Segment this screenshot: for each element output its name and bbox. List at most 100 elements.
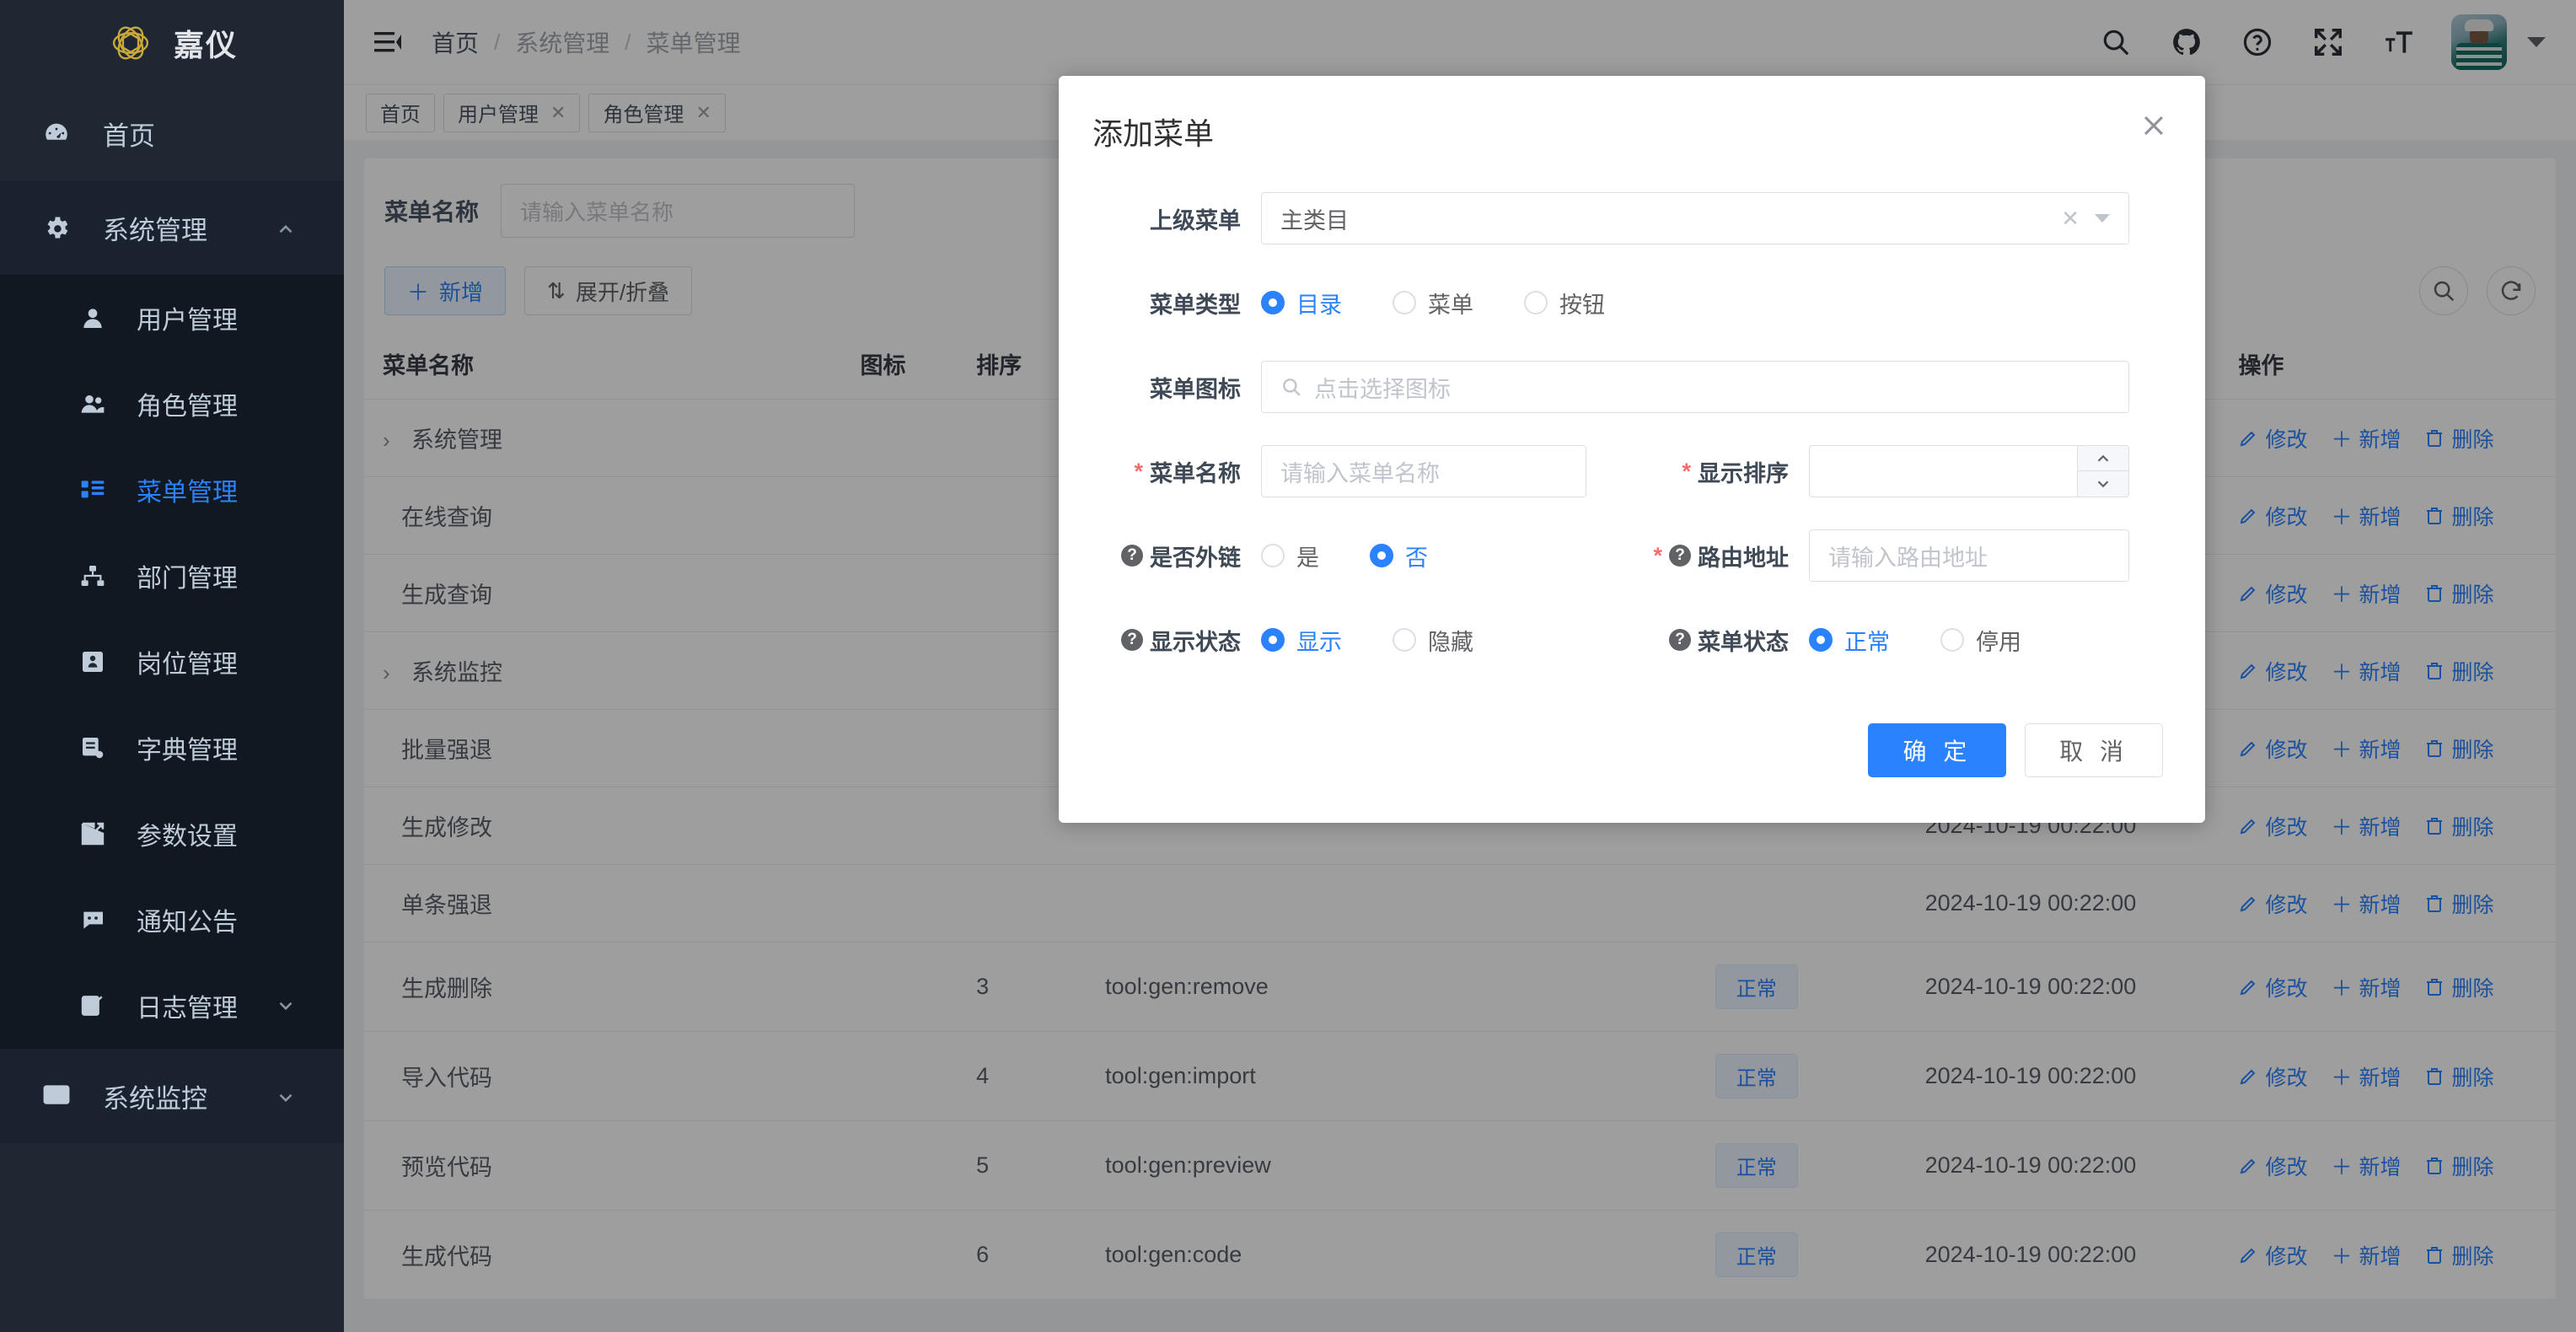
required-star: * [1682,458,1691,484]
dictionary-icon [78,733,108,763]
dialog-title: 添加菜单 [1092,116,1215,151]
menu-type-label: 菜单类型 [1150,292,1241,318]
log-icon [78,991,108,1021]
sidebar-item-param-settings[interactable]: 参数设置 [0,791,344,877]
users-icon [78,389,108,419]
sidebar-item-post-management[interactable]: 岗位管理 [0,619,344,705]
chevron-down-icon [275,995,297,1017]
radio-display-hide[interactable]: 隐藏 [1393,624,1473,657]
radio-external-yes[interactable]: 是 [1261,540,1319,572]
question-icon[interactable]: ? [1121,545,1143,567]
display-status-label-text: 显示状态 [1150,629,1241,655]
confirm-button[interactable]: 确 定 [1868,723,2007,777]
sidebar-item-notice[interactable]: 通知公告 [0,877,344,963]
route-path-input[interactable]: 请输入路由地址 [1809,529,2129,582]
clear-icon[interactable]: ✕ [2061,206,2080,232]
question-icon[interactable]: ? [1669,545,1691,567]
close-icon[interactable] [2139,111,2171,143]
radio-dot-icon [1261,291,1285,314]
menu-status-radio-group: 正常 停用 [1809,614,2163,666]
sidebar-item-dict-management[interactable]: 字典管理 [0,705,344,791]
menu-status-label-text: 菜单状态 [1698,629,1789,655]
is-external-radio-group: 是 否 [1261,529,1615,582]
chevron-up-icon[interactable] [2078,446,2128,471]
menu-name-label-text: 菜单名称 [1150,460,1241,486]
menu-name-label: * 菜单名称 [1067,445,1261,497]
radio-dot-icon [1393,291,1416,314]
sidebar-submenu: 用户管理 角色管理 菜单管理 部门管理 岗位管理 字典管理 参数设置 通知公告 … [0,275,344,1049]
row-name-and-sort: * 菜单名称 请输入菜单名称 * 显示排序 [1067,445,2163,497]
route-path-label-text: 路由地址 [1698,545,1789,571]
menu-name-input[interactable]: 请输入菜单名称 [1261,445,1586,497]
radio-dot-icon [1370,544,1393,567]
radio-label: 显示 [1296,629,1342,655]
dialog-body: 上级菜单 主类目 ✕ 菜单类型 目录 菜单 按钮 菜单图标 点击选择图标 * 菜… [1059,153,2205,666]
brand-logo-area[interactable]: 嘉仪 [0,0,344,86]
radio-status-normal[interactable]: 正常 [1809,624,1890,657]
parent-menu-select[interactable]: 主类目 ✕ [1261,192,2129,244]
edit-square-icon [78,819,108,849]
sidebar-item-dept-management[interactable]: 部门管理 [0,533,344,619]
radio-menu-type-menu[interactable]: 菜单 [1393,287,1473,320]
dialog-footer: 确 定 取 消 [1059,698,2205,823]
question-icon[interactable]: ? [1121,629,1143,651]
main-area: 首页 / 系统管理 / 菜单管理 首页 用户管理 ✕ 角色管理 ✕ 菜单名称 请… [344,0,2576,1332]
is-external-label: ? 是否外链 [1067,529,1261,582]
radio-label: 停用 [1976,629,2021,655]
dialog-header: 添加菜单 [1059,76,2205,153]
radio-dot-icon [1524,291,1548,314]
sidebar-item-label: 部门管理 [137,565,238,593]
display-status-radio-group: 显示 隐藏 [1261,614,1615,666]
monitor-icon [40,1080,72,1112]
sidebar-item-menu-management[interactable]: 菜单管理 [0,447,344,533]
menu-icon-input[interactable]: 点击选择图标 [1261,361,2129,413]
radio-dot-icon [1261,544,1285,567]
sidebar-item-label: 参数设置 [137,823,238,851]
chevron-down-icon[interactable] [2078,471,2128,497]
sidebar-item-label: 日志管理 [137,995,238,1023]
row-parent-menu: 上级菜单 主类目 ✕ [1067,192,2163,244]
menu-icon-label: 菜单图标 [1150,376,1241,402]
display-sort-input[interactable] [1809,445,2077,497]
brand-logo-icon [106,19,155,67]
row-menu-icon: 菜单图标 点击选择图标 [1067,361,2163,413]
parent-menu-label: 上级菜单 [1150,207,1241,234]
app-root: 嘉仪 首页 系统管理 用户管理 角色管理 菜单管理 部门管理 岗位管理 字典管理… [0,0,2576,1332]
radio-dot-icon [1261,628,1285,652]
chevron-down-icon[interactable] [2095,214,2110,223]
sidebar-item-log-management[interactable]: 日志管理 [0,963,344,1049]
menu-status-label: ? 菜单状态 [1615,614,1809,666]
radio-menu-type-button[interactable]: 按钮 [1524,287,1605,320]
menu-icon-placeholder: 点击选择图标 [1314,376,1451,402]
radio-label: 否 [1405,545,1428,571]
row-external-and-route: ? 是否外链 是 否 * ? 路由地址 请输入路由地址 [1067,529,2163,582]
radio-status-disabled[interactable]: 停用 [1940,624,2021,657]
radio-display-show[interactable]: 显示 [1261,624,1342,657]
sidebar-item-home[interactable]: 首页 [0,86,344,180]
sidebar-item-label: 字典管理 [137,737,238,765]
cancel-button[interactable]: 取 消 [2025,723,2163,777]
radio-external-no[interactable]: 否 [1370,540,1428,572]
sidebar: 嘉仪 首页 系统管理 用户管理 角色管理 菜单管理 部门管理 岗位管理 字典管理… [0,0,344,1332]
sidebar-item-label: 系统监控 [103,1083,207,1114]
sitemap-icon [78,561,108,591]
dashboard-icon [40,117,72,149]
display-sort-stepper [1809,445,2129,497]
menu-tree-icon [78,475,108,505]
display-sort-label: * 显示排序 [1615,445,1809,497]
question-icon[interactable]: ? [1669,629,1691,651]
sidebar-item-label: 岗位管理 [137,651,238,679]
row-menu-type: 菜单类型 目录 菜单 按钮 [1067,277,2163,329]
sidebar-item-role-management[interactable]: 角色管理 [0,361,344,447]
add-menu-dialog: 添加菜单 上级菜单 主类目 ✕ 菜单类型 目录 菜单 按钮 菜单图标 点击选择图… [1059,76,2205,823]
radio-menu-type-directory[interactable]: 目录 [1261,287,1342,320]
chevron-up-icon [275,217,297,239]
gear-icon [40,212,72,244]
route-path-label: * ? 路由地址 [1615,529,1809,582]
sidebar-item-system-management[interactable]: 系统管理 [0,180,344,275]
comment-icon [78,905,108,935]
display-status-label: ? 显示状态 [1067,614,1261,666]
sidebar-item-system-monitor[interactable]: 系统监控 [0,1049,344,1143]
sidebar-item-user-management[interactable]: 用户管理 [0,275,344,361]
row-display-and-menu-status: ? 显示状态 显示 隐藏 ? 菜单状态 正常 停用 [1067,614,2163,666]
